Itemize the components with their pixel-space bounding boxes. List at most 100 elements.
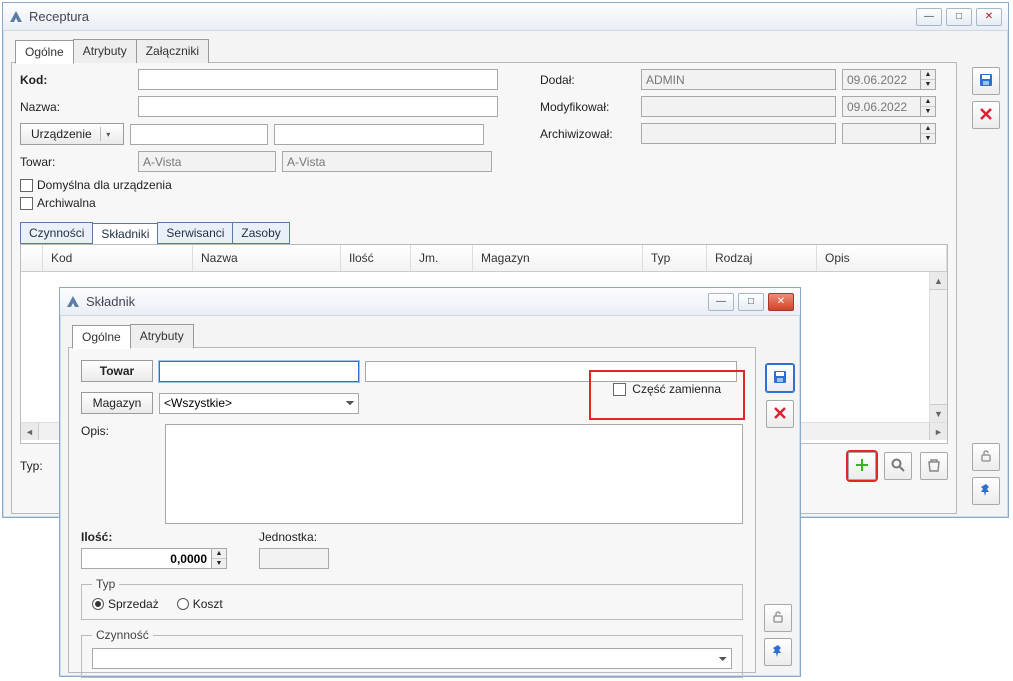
spin-up-icon[interactable]: ▲ bbox=[921, 124, 935, 134]
th-magazyn[interactable]: Magazyn bbox=[473, 245, 643, 271]
spin-down-icon[interactable]: ▼ bbox=[921, 80, 935, 89]
th-kod[interactable]: Kod bbox=[43, 245, 193, 271]
towar-input-2 bbox=[282, 151, 492, 172]
th-nazwa[interactable]: Nazwa bbox=[193, 245, 341, 271]
spin-up-icon[interactable]: ▲ bbox=[921, 70, 935, 80]
minimize-icon: — bbox=[924, 11, 934, 22]
archiwalna-checkbox[interactable] bbox=[20, 197, 33, 210]
scroll-up-icon[interactable]: ▲ bbox=[930, 272, 947, 290]
search-icon bbox=[890, 457, 906, 476]
delete-button[interactable] bbox=[920, 452, 948, 480]
spin-down-icon[interactable]: ▼ bbox=[921, 107, 935, 116]
scroll-left-icon[interactable]: ◄ bbox=[21, 423, 39, 440]
dialog-save-button[interactable] bbox=[766, 364, 794, 392]
close-red-icon bbox=[978, 106, 994, 125]
pin-button[interactable] bbox=[972, 477, 1000, 505]
close-icon: ✕ bbox=[985, 11, 993, 22]
dialog-tab-ogolne[interactable]: Ogólne bbox=[72, 325, 131, 349]
minimize-icon: — bbox=[716, 296, 726, 307]
dialog-unlock-button[interactable] bbox=[764, 604, 792, 632]
trash-icon bbox=[926, 457, 942, 476]
label-opis: Opis: bbox=[81, 424, 159, 438]
label-nazwa: Nazwa: bbox=[20, 100, 132, 114]
minimize-button[interactable]: — bbox=[916, 8, 942, 26]
dialog-cancel-button[interactable] bbox=[766, 400, 794, 428]
label-kod: Kod: bbox=[20, 73, 132, 87]
dialog-title: Składnik bbox=[86, 294, 702, 309]
maximize-icon: □ bbox=[956, 11, 962, 22]
app-logo-icon bbox=[66, 295, 80, 309]
modyfikowal-value bbox=[641, 96, 836, 117]
unlock-icon bbox=[978, 448, 994, 467]
add-button[interactable] bbox=[848, 452, 876, 480]
dialog-close-button[interactable]: ✕ bbox=[768, 293, 794, 311]
subtab-serwisanci[interactable]: Serwisanci bbox=[157, 222, 233, 244]
maximize-icon: □ bbox=[748, 296, 754, 307]
towar-button[interactable]: Towar bbox=[81, 360, 153, 382]
pin-icon bbox=[770, 643, 786, 662]
search-button[interactable] bbox=[884, 452, 912, 480]
dodal-value bbox=[641, 69, 836, 90]
czynnosc-legend: Czynność bbox=[92, 628, 153, 642]
tab-zalaczniki[interactable]: Załączniki bbox=[136, 39, 209, 63]
czynnosc-select[interactable] bbox=[92, 648, 732, 669]
scroll-down-icon[interactable]: ▼ bbox=[930, 404, 947, 422]
magazyn-button[interactable]: Magazyn bbox=[81, 392, 153, 414]
magazyn-select[interactable]: <Wszystkie> bbox=[159, 393, 359, 414]
jednostka-input bbox=[259, 548, 329, 569]
cancel-button[interactable] bbox=[972, 101, 1000, 129]
spin-up-icon[interactable]: ▲ bbox=[212, 549, 226, 559]
urzadzenie-button-label: Urządzenie bbox=[31, 127, 92, 141]
arch-date bbox=[842, 123, 920, 144]
domyslna-checkbox[interactable] bbox=[20, 179, 33, 192]
subtab-skladniki[interactable]: Składniki bbox=[92, 223, 158, 245]
towar-input-1 bbox=[138, 151, 276, 172]
th-ilosc[interactable]: Ilość bbox=[341, 245, 411, 271]
opis-textarea[interactable] bbox=[165, 424, 743, 524]
th-rodzaj[interactable]: Rodzaj bbox=[707, 245, 817, 271]
close-button[interactable]: ✕ bbox=[976, 8, 1002, 26]
unlock-button[interactable] bbox=[972, 443, 1000, 471]
dodal-date bbox=[842, 69, 920, 90]
dialog-maximize-button[interactable]: □ bbox=[738, 293, 764, 311]
subtab-zasoby[interactable]: Zasoby bbox=[232, 222, 289, 244]
typ-group: Typ Sprzedaż Koszt bbox=[81, 577, 743, 620]
radio-koszt[interactable] bbox=[177, 598, 189, 610]
subtab-czynnosci[interactable]: Czynności bbox=[20, 222, 93, 244]
urzadzenie-button[interactable]: Urządzenie ▾ bbox=[20, 123, 124, 145]
close-red-icon bbox=[772, 405, 788, 424]
scroll-right-icon[interactable]: ► bbox=[929, 423, 947, 440]
kod-input[interactable] bbox=[138, 69, 498, 90]
dialog-tab-atrybuty[interactable]: Atrybuty bbox=[130, 324, 194, 348]
vertical-scrollbar[interactable]: ▲ ▼ bbox=[929, 272, 947, 422]
towar-code-input[interactable] bbox=[159, 361, 359, 382]
maximize-button[interactable]: □ bbox=[946, 8, 972, 26]
save-button[interactable] bbox=[972, 67, 1000, 95]
radio-koszt-label: Koszt bbox=[193, 597, 223, 611]
archiwizowal-value bbox=[641, 123, 836, 144]
spin-up-icon[interactable]: ▲ bbox=[921, 97, 935, 107]
label-modyfikowal: Modyfikował: bbox=[540, 100, 635, 114]
urzadzenie-input-2[interactable] bbox=[274, 124, 484, 145]
tab-ogolne[interactable]: Ogólne bbox=[15, 40, 74, 64]
czynnosc-group: Czynność bbox=[81, 628, 743, 678]
nazwa-input[interactable] bbox=[138, 96, 498, 117]
th-jm[interactable]: Jm. bbox=[411, 245, 473, 271]
dialog-minimize-button[interactable]: — bbox=[708, 293, 734, 311]
th-opis[interactable]: Opis bbox=[817, 245, 947, 271]
label-archiwizowal: Archiwizował: bbox=[540, 127, 635, 141]
czesc-zamienna-checkbox[interactable] bbox=[613, 383, 626, 396]
ilosc-input[interactable] bbox=[81, 548, 211, 569]
th-typ[interactable]: Typ bbox=[643, 245, 707, 271]
czesc-zamienna-label: Część zamienna bbox=[632, 382, 721, 396]
tab-atrybuty[interactable]: Atrybuty bbox=[73, 39, 137, 63]
dialog-pin-button[interactable] bbox=[764, 638, 792, 666]
skladnik-dialog: Składnik — □ ✕ Ogólne Atrybuty Towar Mag… bbox=[59, 287, 801, 677]
label-jednostka: Jednostka: bbox=[259, 530, 329, 544]
radio-sprzedaz-label: Sprzedaż bbox=[108, 597, 159, 611]
spin-down-icon[interactable]: ▼ bbox=[921, 134, 935, 143]
radio-sprzedaz[interactable] bbox=[92, 598, 104, 610]
urzadzenie-input-1[interactable] bbox=[130, 124, 268, 145]
spin-down-icon[interactable]: ▼ bbox=[212, 559, 226, 568]
domyslna-label: Domyślna dla urządzenia bbox=[37, 178, 172, 192]
